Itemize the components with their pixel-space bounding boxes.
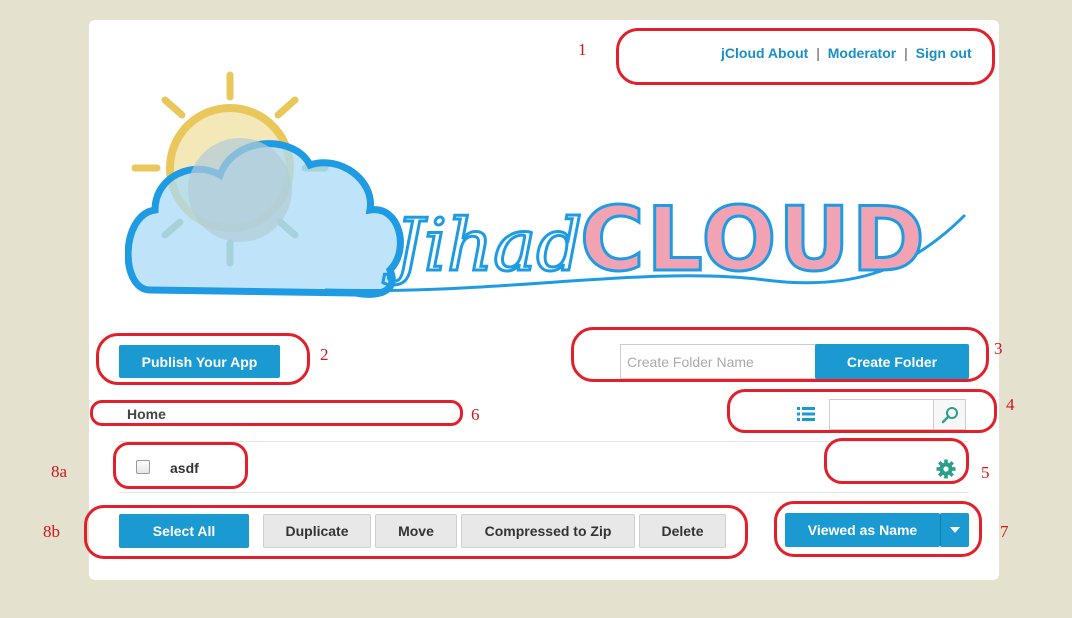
gear-icon[interactable] bbox=[936, 459, 956, 479]
header-links: jCloud About | Moderator | Sign out bbox=[721, 45, 972, 61]
annotation-label-5: 5 bbox=[981, 463, 990, 482]
file-name[interactable]: asdf bbox=[170, 460, 199, 476]
select-all-button[interactable]: Select All bbox=[119, 514, 249, 548]
link-separator: | bbox=[904, 45, 908, 61]
moderator-link[interactable]: Moderator bbox=[828, 45, 896, 61]
duplicate-button[interactable]: Duplicate bbox=[263, 514, 371, 548]
search-input[interactable] bbox=[829, 399, 935, 430]
jihad-cloud-logo: Jihad CLOUD bbox=[125, 71, 967, 298]
annotation-label-2: 2 bbox=[320, 345, 329, 364]
publish-app-button[interactable]: Publish Your App bbox=[119, 345, 280, 378]
delete-button[interactable]: Delete bbox=[639, 514, 726, 548]
annotation-label-7: 7 bbox=[1000, 522, 1009, 541]
annotation-label-1: 1 bbox=[578, 40, 587, 59]
view-as-button[interactable]: Viewed as Name bbox=[785, 513, 940, 547]
link-separator: | bbox=[816, 45, 820, 61]
signout-link[interactable]: Sign out bbox=[916, 45, 972, 61]
annotation-label-8b: 8b bbox=[43, 522, 60, 541]
annotation-label-3: 3 bbox=[994, 339, 1003, 358]
breadcrumb-home[interactable]: Home bbox=[127, 406, 166, 422]
search-icon bbox=[941, 406, 958, 423]
search-button[interactable] bbox=[933, 399, 966, 430]
caret-down-icon bbox=[950, 527, 960, 533]
folder-name-placeholder: Create Folder Name bbox=[627, 353, 754, 370]
move-button[interactable]: Move bbox=[375, 514, 457, 548]
annotation-label-6: 6 bbox=[471, 405, 480, 424]
view-as-dropdown[interactable] bbox=[940, 513, 969, 547]
folder-name-input[interactable]: Create Folder Name bbox=[620, 344, 816, 379]
about-link[interactable]: jCloud About bbox=[721, 45, 808, 61]
create-folder-button[interactable]: Create Folder bbox=[815, 344, 969, 379]
logo-script-text: Jihad bbox=[382, 203, 582, 287]
list-icon[interactable] bbox=[797, 407, 815, 421]
file-checkbox[interactable] bbox=[136, 460, 150, 474]
annotation-label-8a: 8a bbox=[51, 462, 68, 481]
annotation-label-4: 4 bbox=[1006, 395, 1015, 414]
divider bbox=[119, 492, 969, 493]
logo-block-text: CLOUD bbox=[580, 188, 927, 291]
file-row[interactable]: asdf bbox=[119, 442, 969, 492]
compress-zip-button[interactable]: Compressed to Zip bbox=[461, 514, 635, 548]
